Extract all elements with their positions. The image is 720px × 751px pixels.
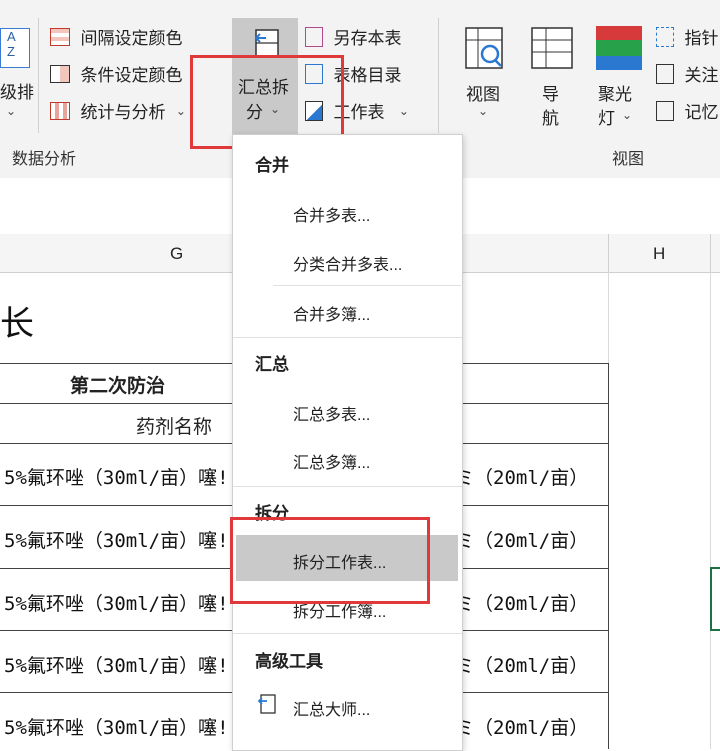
focus-button[interactable]: 关注 bbox=[656, 61, 718, 86]
column-header-g[interactable]: G bbox=[170, 244, 183, 264]
table-cell[interactable]: ミ（20ml/亩） bbox=[455, 589, 588, 616]
pointer-label: 指针 bbox=[684, 29, 719, 48]
focus-label: 关注 bbox=[684, 66, 719, 85]
view-button[interactable]: 视图 ⌄ bbox=[460, 22, 510, 127]
table-header-second-control: 第二次防治 bbox=[70, 376, 166, 397]
navigation-button[interactable]: 导 航 bbox=[528, 22, 576, 128]
menu-item-merge-workbooks[interactable]: 合并多簿... bbox=[293, 301, 370, 325]
conditional-color-icon bbox=[50, 64, 70, 83]
chevron-down-icon: ⌄ bbox=[622, 108, 633, 122]
menu-header-summary: 汇总 bbox=[255, 355, 289, 374]
conditional-color-label: 条件设定颜色 bbox=[80, 66, 183, 85]
interval-color-label: 间隔设定颜色 bbox=[80, 29, 183, 48]
navigation-label-1: 导 bbox=[542, 85, 559, 104]
focus-icon bbox=[656, 63, 674, 84]
menu-item-summary-sheets[interactable]: 汇总多表... bbox=[293, 401, 370, 425]
pointer-icon bbox=[656, 26, 674, 47]
table-cell[interactable]: 5%氟环唑（30ml/亩）噻! bbox=[4, 651, 229, 678]
chevron-down-icon: ⌄ bbox=[175, 103, 186, 118]
highlight-box bbox=[230, 517, 430, 604]
table-cell[interactable]: ミ（20ml/亩） bbox=[455, 463, 588, 490]
summary-master-icon bbox=[257, 694, 276, 714]
summary-split-menu: 合并 合并多表... 分类合并多表... 合并多簿... 汇总 汇总多表... … bbox=[232, 134, 463, 751]
pointer-button[interactable]: 指针 bbox=[656, 24, 718, 49]
menu-item-merge-sheets[interactable]: 合并多表... bbox=[293, 202, 370, 226]
sort-icon: AZ bbox=[0, 28, 30, 68]
chevron-down-icon: ⌄ bbox=[6, 104, 17, 118]
selected-cell[interactable] bbox=[710, 567, 720, 631]
table-cell[interactable]: 5%氟环唑（30ml/亩）噻! bbox=[4, 713, 229, 740]
stats-analysis-button[interactable]: 统计与分析 ⌄ bbox=[50, 98, 186, 123]
group-separator bbox=[38, 18, 39, 133]
spotlight-label-2: 灯 bbox=[598, 109, 615, 128]
menu-item-summary-master[interactable]: 汇总大师... bbox=[293, 696, 370, 720]
spotlight-label-1: 聚光 bbox=[598, 85, 632, 104]
menu-header-advanced: 高级工具 bbox=[255, 652, 323, 671]
table-cell[interactable]: 5%氟环唑（30ml/亩）噻! bbox=[4, 589, 229, 616]
save-sheet-label: 另存本表 bbox=[333, 29, 402, 48]
interval-color-icon bbox=[50, 27, 70, 46]
spotlight-icon bbox=[596, 26, 642, 70]
table-cell[interactable]: ミ（20ml/亩） bbox=[455, 526, 588, 553]
menu-header-merge: 合并 bbox=[255, 156, 289, 175]
interval-color-button[interactable]: 间隔设定颜色 bbox=[50, 24, 182, 49]
save-sheet-icon bbox=[305, 26, 323, 47]
menu-item-category-merge-sheets[interactable]: 分类合并多表... bbox=[293, 251, 402, 275]
navigation-icon bbox=[531, 27, 573, 69]
view-icon bbox=[465, 27, 503, 69]
table-cell[interactable]: 5%氟环唑（30ml/亩）噻! bbox=[4, 463, 229, 490]
stats-analysis-label: 统计与分析 bbox=[80, 103, 166, 122]
column-header-h[interactable]: H bbox=[653, 244, 665, 264]
spotlight-button[interactable]: 聚光 灯 ⌄ bbox=[592, 22, 648, 128]
memory-icon bbox=[656, 100, 674, 121]
chevron-down-icon: ⌄ bbox=[398, 103, 409, 118]
menu-item-summary-workbooks[interactable]: 汇总多簿... bbox=[293, 449, 370, 473]
table-cell[interactable]: 5%氟环唑（30ml/亩）噻! bbox=[4, 526, 229, 553]
view-label: 视图 bbox=[466, 85, 500, 104]
save-sheet-button[interactable]: 另存本表 bbox=[305, 24, 401, 49]
sheet-title-fragment: 长 bbox=[0, 305, 34, 343]
memory-label: 记忆 bbox=[684, 103, 719, 122]
navigation-label-2: 航 bbox=[542, 109, 559, 128]
table-header-agent-name: 药剂名称 bbox=[136, 417, 213, 438]
group-separator bbox=[438, 18, 439, 133]
sort-button-label[interactable]: 级排 bbox=[0, 78, 34, 103]
stats-analysis-icon bbox=[50, 101, 70, 120]
group-label-view: 视图 bbox=[612, 151, 645, 168]
conditional-color-button[interactable]: 条件设定颜色 bbox=[50, 61, 182, 86]
table-cell[interactable]: ミ（20ml/亩） bbox=[455, 713, 588, 740]
memory-button[interactable]: 记忆 bbox=[656, 98, 718, 123]
table-cell[interactable]: ミ（20ml/亩） bbox=[455, 651, 588, 678]
chevron-down-icon: ⌄ bbox=[478, 104, 489, 118]
group-label-data-analysis: 数据分析 bbox=[12, 151, 77, 168]
